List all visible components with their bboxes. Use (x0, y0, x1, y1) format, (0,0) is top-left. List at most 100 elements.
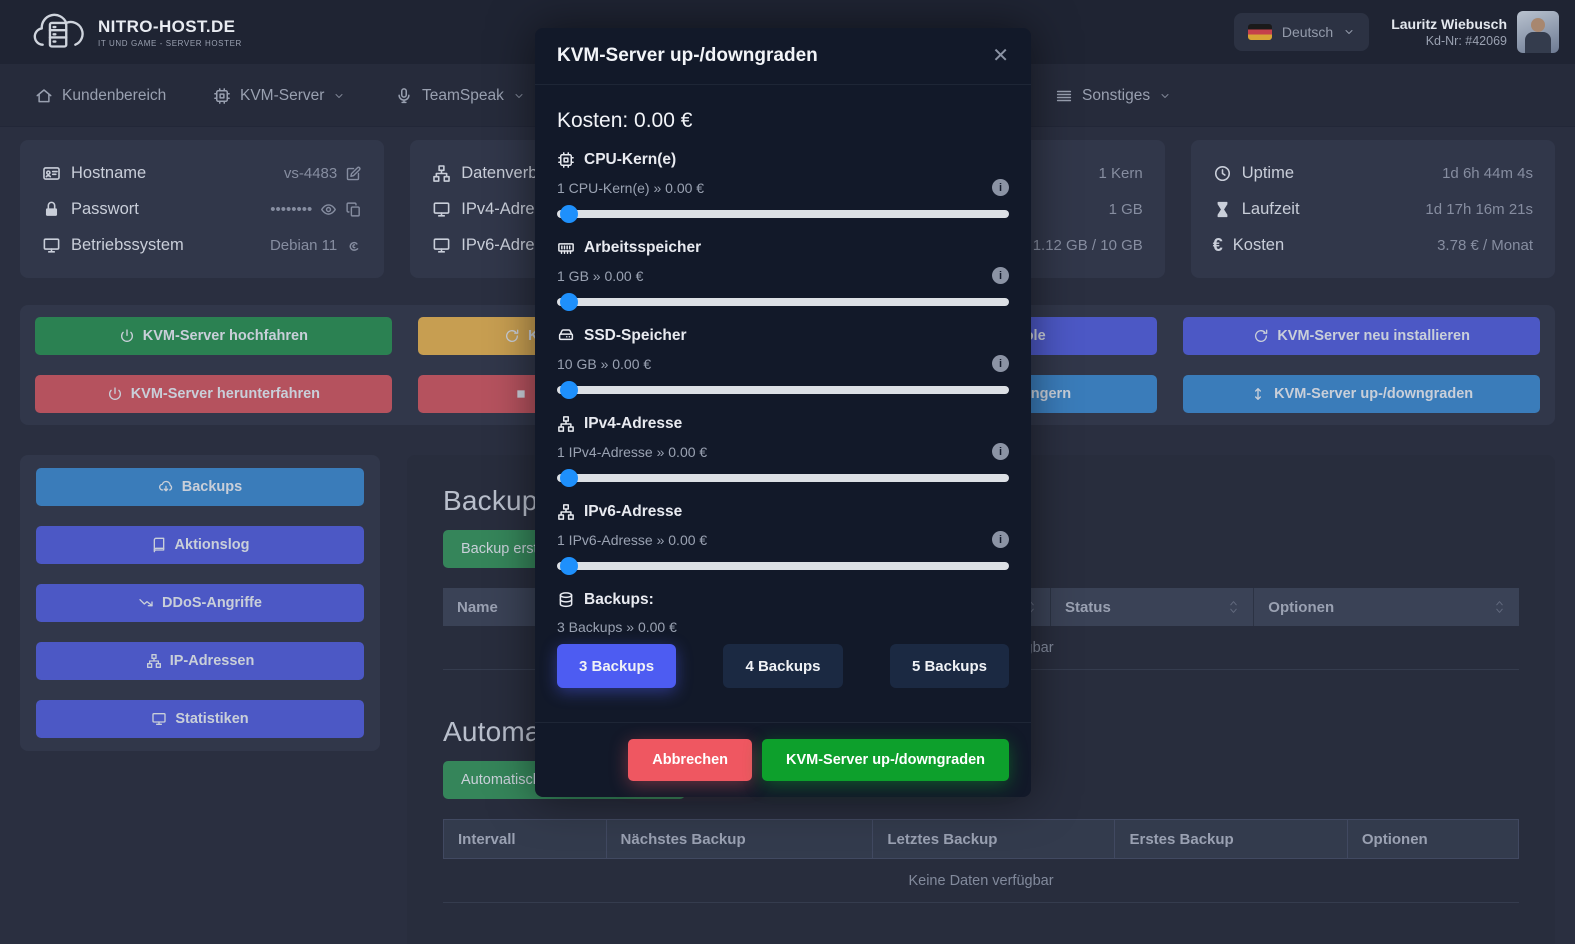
column-header-letztes[interactable]: Letztes Backup (873, 819, 1115, 859)
copy-icon[interactable] (345, 201, 362, 218)
monitor-icon (151, 711, 167, 727)
cloud-server-logo-icon (30, 9, 88, 55)
sidebar-item-ddos[interactable]: DDoS-Angriffe (36, 584, 364, 622)
clock-icon (1213, 164, 1232, 183)
user-menu[interactable]: Lauritz Wiebusch Kd-Nr: #42069 (1391, 11, 1559, 53)
brand-name: NITRO-HOST.DE (98, 17, 242, 37)
reinstall-server-button[interactable]: KVM-Server neu installieren (1183, 317, 1540, 355)
cpu-icon (213, 87, 231, 105)
ipv6-value-line: 1 IPv6-Adresse » 0.00 € (557, 532, 707, 548)
info-icon[interactable]: i (992, 443, 1009, 460)
ram-value: 1 GB (1109, 201, 1143, 218)
eye-icon[interactable] (320, 201, 337, 218)
laufzeit-value: 1d 17h 16m 21s (1425, 201, 1533, 218)
column-header-naechstes[interactable]: Nächstes Backup (607, 819, 874, 859)
button-label: KVM-Server neu installieren (1277, 328, 1470, 344)
column-header-intervall[interactable]: Intervall (443, 819, 607, 859)
chevron-down-icon (1159, 90, 1171, 102)
monitor-icon (432, 200, 451, 219)
cpu-section: CPU-Kern(e) 1 CPU-Kern(e) » 0.00 €i (557, 151, 1009, 223)
start-server-button[interactable]: KVM-Server hochfahren (35, 317, 392, 355)
ipv6-section: IPv6-Adresse 1 IPv6-Adresse » 0.00 €i (557, 503, 1009, 575)
slider-thumb[interactable] (560, 205, 578, 223)
column-header-status[interactable]: Status (1051, 588, 1254, 626)
total-cost: Kosten: 0.00 € (557, 109, 1009, 133)
column-header-optionen[interactable]: Optionen (1254, 588, 1519, 626)
stop-icon (513, 386, 529, 402)
backups-value-line: 3 Backups » 0.00 € (557, 619, 677, 635)
cpu-value-line: 1 CPU-Kern(e) » 0.00 € (557, 180, 704, 196)
microphone-icon (395, 87, 413, 105)
ram-icon (557, 239, 575, 257)
sort-icon (1228, 599, 1239, 615)
row-hostname: Hostname vs-4483 (42, 160, 362, 186)
user-name: Lauritz Wiebusch (1391, 16, 1507, 32)
sidebar-label: Statistiken (175, 711, 248, 727)
upgrade-server-button[interactable]: KVM-Server up-/downgraden (1183, 375, 1540, 413)
column-header-optionen[interactable]: Optionen (1348, 819, 1519, 859)
slider-thumb[interactable] (560, 293, 578, 311)
option-3-backups[interactable]: 3 Backups (557, 644, 676, 688)
label: Betriebssystem (71, 236, 184, 255)
cpu-slider[interactable] (557, 205, 1009, 223)
euro-icon: € (1213, 235, 1223, 256)
cancel-button[interactable]: Abbrechen (628, 739, 752, 781)
modal-title: KVM-Server up-/downgraden (557, 45, 818, 67)
customer-number: Kd-Nr: #42069 (1391, 34, 1507, 48)
ipv4-slider[interactable] (557, 469, 1009, 487)
shutdown-server-button[interactable]: KVM-Server herunterfahren (35, 375, 392, 413)
info-icon[interactable]: i (992, 179, 1009, 196)
upgrade-modal: KVM-Server up-/downgraden ✕ Kosten: 0.00… (535, 28, 1031, 797)
option-5-backups[interactable]: 5 Backups (890, 644, 1009, 688)
column-header-erstes[interactable]: Erstes Backup (1115, 819, 1347, 859)
label: Laufzeit (1242, 200, 1300, 219)
hourglass-icon (1213, 200, 1232, 219)
brand-tagline: IT UND GAME - SERVER HOSTER (98, 39, 242, 48)
nav-item-kvm-server[interactable]: KVM-Server (213, 64, 345, 127)
slider-thumb[interactable] (560, 469, 578, 487)
ssd-value: 1.12 GB / 10 GB (1033, 237, 1143, 254)
nav-item-teamspeak[interactable]: TeamSpeak (395, 64, 525, 127)
nav-item-kundenbereich[interactable]: Kundenbereich (35, 64, 166, 127)
sidebar-item-aktionslog[interactable]: Aktionslog (36, 526, 364, 564)
button-label: KVM-Server hochfahren (143, 328, 308, 344)
hostname-value: vs-4483 (284, 165, 337, 182)
info-icon[interactable]: i (992, 531, 1009, 548)
network-icon (146, 653, 162, 669)
sidebar-item-statistiken[interactable]: Statistiken (36, 700, 364, 738)
menu-icon (1055, 87, 1073, 105)
chevron-down-icon (513, 90, 525, 102)
slider-thumb[interactable] (560, 557, 578, 575)
info-icon[interactable]: i (992, 267, 1009, 284)
monitor-icon (42, 236, 61, 255)
language-selector[interactable]: Deutsch (1234, 13, 1369, 51)
uptime-value: 1d 6h 44m 4s (1442, 165, 1533, 182)
cpu-icon (557, 151, 575, 169)
server-sidebar: Backups Aktionslog DDoS-Angriffe IP-Adre… (20, 455, 380, 751)
nav-item-sonstiges[interactable]: Sonstiges (1055, 64, 1171, 127)
ipv6-slider[interactable] (557, 557, 1009, 575)
nav-label: TeamSpeak (422, 87, 504, 105)
row-uptime: Uptime 1d 6h 44m 4s (1213, 160, 1533, 186)
ssd-value-line: 10 GB » 0.00 € (557, 356, 651, 372)
sidebar-label: IP-Adressen (170, 653, 255, 669)
confirm-upgrade-button[interactable]: KVM-Server up-/downgraden (762, 739, 1009, 781)
info-icon[interactable]: i (992, 355, 1009, 372)
cpu-value: 1 Kern (1099, 165, 1143, 182)
debian-swirl-icon[interactable] (345, 237, 362, 254)
avatar[interactable] (1517, 11, 1559, 53)
edit-icon[interactable] (345, 165, 362, 182)
sidebar-label: DDoS-Angriffe (162, 595, 262, 611)
ssd-slider[interactable] (557, 381, 1009, 399)
ipv4-value-line: 1 IPv4-Adresse » 0.00 € (557, 444, 707, 460)
card-runtime: Uptime 1d 6h 44m 4s Laufzeit 1d 17h 16m … (1191, 140, 1555, 278)
option-4-backups[interactable]: 4 Backups (723, 644, 842, 688)
close-icon[interactable]: ✕ (992, 46, 1009, 66)
ram-slider[interactable] (557, 293, 1009, 311)
slider-thumb[interactable] (560, 381, 578, 399)
home-icon (35, 87, 53, 105)
sidebar-item-ip-adressen[interactable]: IP-Adressen (36, 642, 364, 680)
brand-logo[interactable]: NITRO-HOST.DE IT UND GAME - SERVER HOSTE… (30, 9, 242, 55)
chevron-down-icon (1343, 26, 1355, 38)
sidebar-item-backups[interactable]: Backups (36, 468, 364, 506)
